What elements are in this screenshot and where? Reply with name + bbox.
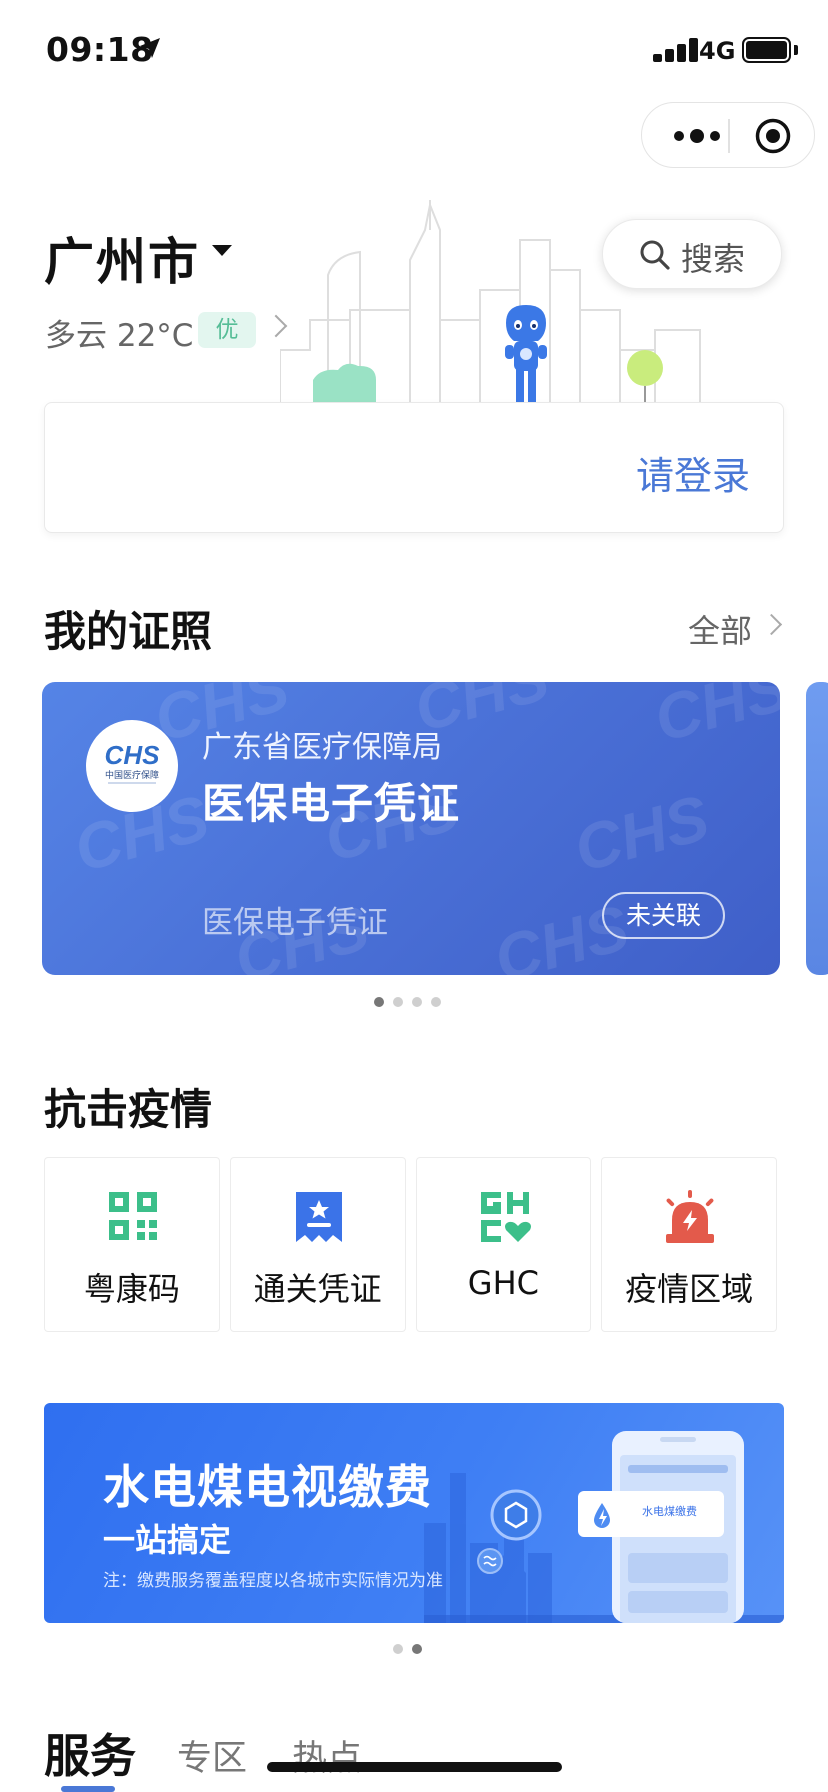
banner-card-label: 水电煤缴费 [642, 1505, 697, 1518]
active-tab-indicator [61, 1786, 115, 1792]
home-indicator[interactable] [267, 1762, 562, 1772]
search-label: 搜索 [681, 240, 746, 278]
pager-dot[interactable] [412, 997, 422, 1007]
card-name: 医保电子凭证 [202, 779, 461, 828]
location-arrow-icon [140, 38, 160, 58]
signal-strength-icon [653, 38, 705, 62]
next-card-peek[interactable] [806, 682, 828, 975]
close-target-icon[interactable] [754, 117, 792, 155]
svg-text:CHS: CHS [567, 781, 716, 886]
chs-logo: CHS 中国医疗保障 [86, 720, 178, 812]
banner-pager [393, 1644, 422, 1656]
tile-ghc[interactable]: GHC [415, 1157, 592, 1332]
battery-nub [794, 45, 798, 55]
battery-icon [742, 37, 791, 63]
tab-zones[interactable]: 专区 [177, 1730, 247, 1781]
banner-note: 注：缴费服务覆盖程度以各城市实际情况为准 [103, 1571, 443, 1591]
miniprogram-capsule [641, 102, 815, 168]
aqi-badge: 优 [198, 312, 256, 348]
utility-payment-banner[interactable]: 水电煤缴费 水电煤电视缴费 一站搞定 注：缴费服务覆盖程度以各城市实际情况为准 [44, 1403, 784, 1623]
tile-label: 疫情区域 [625, 1270, 754, 1308]
pager-dot[interactable] [393, 1644, 403, 1654]
status-time: 09:18 [46, 30, 154, 69]
pager-dot[interactable] [431, 997, 441, 1007]
credentials-title: 我的证照 [44, 607, 213, 656]
pager-dot[interactable] [412, 1644, 422, 1654]
login-card: 请登录 [44, 402, 784, 533]
card-pager [374, 997, 441, 1009]
pager-dot[interactable] [374, 997, 384, 1007]
chs-logo-text: CHS [105, 740, 161, 770]
qr-code-icon [109, 1192, 157, 1240]
search-button[interactable]: 搜索 [602, 219, 782, 289]
card-subtitle: 医保电子凭证 [202, 905, 388, 941]
tile-label: 粤康码 [83, 1270, 180, 1308]
ghc-heart-icon [480, 1192, 531, 1242]
chevron-right-icon[interactable] [760, 613, 783, 636]
more-dots-icon[interactable] [667, 124, 727, 148]
network-type: 4G [699, 37, 736, 65]
banner-title: 水电煤电视缴费 [103, 1460, 432, 1514]
tab-hot[interactable]: 热点 [292, 1730, 362, 1781]
card-issuer: 广东省医疗保障局 [202, 730, 442, 765]
search-icon [640, 240, 670, 270]
capsule-divider [728, 119, 730, 153]
tile-label: 通关凭证 [253, 1270, 382, 1308]
tile-label: GHC [467, 1264, 539, 1302]
caret-down-icon[interactable] [212, 245, 232, 256]
ticket-star-icon [295, 1192, 342, 1242]
status-bar: 09:18 4G [0, 0, 828, 100]
banner-illustration [424, 1431, 784, 1623]
see-all-link[interactable]: 全部 [688, 606, 752, 652]
medical-insurance-card[interactable]: CHS CHS CHS CHS CHS CHS CHS CHS CHS 中国医疗… [42, 682, 780, 975]
alarm-light-icon [666, 1190, 715, 1243]
login-link[interactable]: 请登录 [636, 445, 750, 500]
tile-customs-pass[interactable]: 通关凭证 [229, 1157, 406, 1332]
tab-services[interactable]: 服务 [44, 1720, 136, 1786]
svg-text:CHS: CHS [647, 682, 780, 756]
tile-risk-areas[interactable]: 疫情区域 [601, 1157, 777, 1332]
city-selector[interactable]: 广州市 [44, 222, 200, 294]
epidemic-title: 抗击疫情 [44, 1085, 213, 1134]
chs-logo-icon: CHS 中国医疗保障 [105, 740, 161, 784]
weather-text: 多云 22°C [45, 318, 194, 354]
banner-subtitle: 一站搞定 [103, 1521, 232, 1559]
tile-health-code[interactable]: 粤康码 [44, 1157, 220, 1332]
link-status-button[interactable]: 未关联 [602, 892, 725, 939]
epidemic-tiles: 粤康码 通关凭证 GHC 疫情区域 [44, 1157, 777, 1332]
pager-dot[interactable] [393, 997, 403, 1007]
chs-logo-caption: 中国医疗保障 [105, 769, 159, 781]
